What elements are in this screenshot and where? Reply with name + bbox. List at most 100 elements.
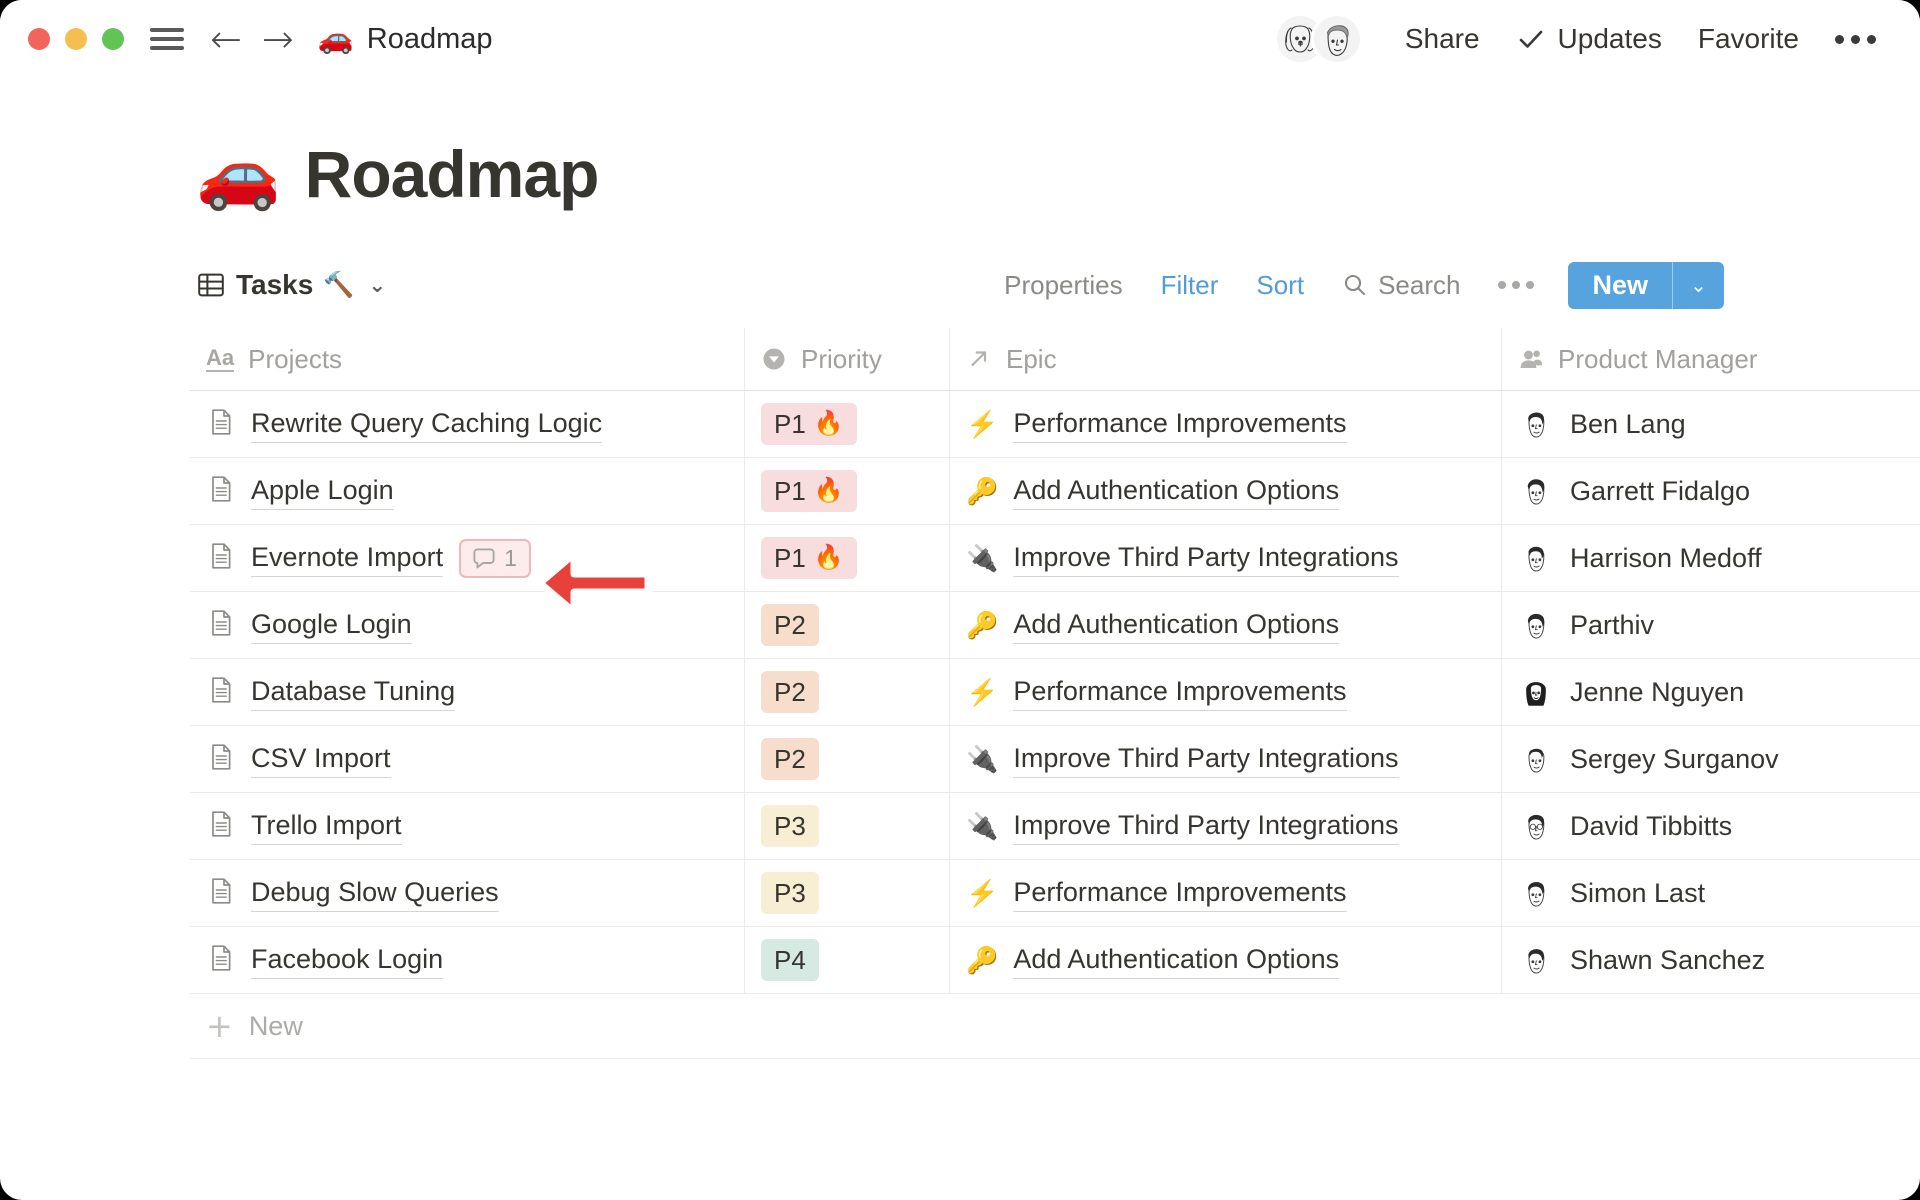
cell-priority[interactable]: P2 (744, 726, 949, 792)
priority-badge[interactable]: P1 🔥 (761, 469, 857, 513)
table-row[interactable]: Rewrite Query Caching Logic P1 🔥 ⚡ Perfo… (190, 391, 1920, 457)
page-title[interactable]: Roadmap (305, 136, 600, 212)
column-header-priority[interactable]: Priority (744, 328, 949, 390)
project-title[interactable]: Facebook Login (251, 941, 444, 979)
cell-product-manager[interactable]: Garrett Fidalgo (1501, 458, 1920, 524)
filter-button[interactable]: Filter (1161, 270, 1219, 301)
table-row[interactable]: Trello Import P3 🔌 Improve Third Party I… (190, 792, 1920, 859)
epic-title[interactable]: Add Authentication Options (1013, 941, 1340, 979)
project-title[interactable]: Rewrite Query Caching Logic (251, 405, 603, 443)
navigate-back-icon[interactable]: ← (210, 20, 242, 58)
add-new-row-button[interactable]: + New (190, 993, 1920, 1059)
epic-title[interactable]: Improve Third Party Integrations (1013, 807, 1399, 845)
tab-tasks[interactable]: Tasks 🔨 ⌄ (196, 269, 386, 301)
cell-priority[interactable]: P3 (744, 860, 949, 926)
share-button[interactable]: Share (1405, 23, 1480, 55)
navigate-forward-icon[interactable]: → (262, 20, 294, 58)
cell-product-manager[interactable]: Parthiv (1501, 592, 1920, 658)
priority-badge[interactable]: P4 (761, 938, 819, 982)
priority-badge[interactable]: P3 (761, 871, 819, 915)
cell-project[interactable]: Database Tuning (190, 659, 744, 725)
epic-title[interactable]: Add Authentication Options (1013, 606, 1340, 644)
project-title[interactable]: Evernote Import (251, 539, 444, 577)
favorite-button[interactable]: Favorite (1698, 23, 1799, 55)
cell-project[interactable]: Apple Login (190, 458, 744, 524)
table-row[interactable]: Apple Login P1 🔥 🔑 Add Authentication Op… (190, 457, 1920, 524)
cell-project[interactable]: Rewrite Query Caching Logic (190, 391, 744, 457)
cell-product-manager[interactable]: Harrison Medoff (1501, 525, 1920, 591)
comment-count-badge[interactable]: 1 (459, 538, 531, 578)
priority-badge[interactable]: P3 (761, 804, 819, 848)
project-title[interactable]: Apple Login (251, 472, 394, 510)
updates-button[interactable]: Updates (1516, 23, 1662, 55)
priority-badge[interactable]: P2 (761, 737, 819, 781)
close-window-button[interactable] (28, 28, 50, 50)
cell-product-manager[interactable]: Jenne Nguyen (1501, 659, 1920, 725)
table-row[interactable]: CSV Import P2 🔌 Improve Third Party Inte… (190, 725, 1920, 792)
table-row[interactable]: Google Login P2 🔑 Add Authentication Opt… (190, 591, 1920, 658)
epic-title[interactable]: Performance Improvements (1013, 874, 1347, 912)
cell-product-manager[interactable]: Ben Lang (1501, 391, 1920, 457)
project-title[interactable]: CSV Import (251, 740, 391, 778)
priority-badge[interactable]: P2 (761, 603, 819, 647)
new-button[interactable]: New (1568, 262, 1672, 309)
epic-title[interactable]: Improve Third Party Integrations (1013, 740, 1399, 778)
epic-title[interactable]: Add Authentication Options (1013, 472, 1340, 510)
more-options-button[interactable] (1835, 34, 1876, 44)
cell-epic[interactable]: 🔑 Add Authentication Options (949, 592, 1501, 658)
sidebar-toggle-icon[interactable] (150, 23, 184, 56)
table-row[interactable]: Facebook Login P4 🔑 Add Authentication O… (190, 926, 1920, 993)
epic-title[interactable]: Improve Third Party Integrations (1013, 539, 1399, 577)
cell-project[interactable]: Trello Import (190, 793, 744, 859)
table-row[interactable]: Database Tuning P2 ⚡ Performance Improve… (190, 658, 1920, 725)
cell-epic[interactable]: ⚡ Performance Improvements (949, 860, 1501, 926)
epic-title[interactable]: Performance Improvements (1013, 673, 1347, 711)
column-header-epic[interactable]: Epic (949, 328, 1501, 390)
cell-epic[interactable]: ⚡ Performance Improvements (949, 391, 1501, 457)
chevron-down-icon[interactable]: ⌄ (368, 273, 386, 297)
table-row[interactable]: Debug Slow Queries P3 ⚡ Performance Impr… (190, 859, 1920, 926)
priority-badge[interactable]: P1 🔥 (761, 536, 857, 580)
cell-project[interactable]: Facebook Login (190, 927, 744, 993)
breadcrumb[interactable]: 🚗 Roadmap (318, 23, 493, 56)
cell-epic[interactable]: 🔑 Add Authentication Options (949, 927, 1501, 993)
page-icon-car[interactable]: 🚗 (196, 140, 281, 208)
project-title[interactable]: Trello Import (251, 807, 402, 845)
project-title[interactable]: Database Tuning (251, 673, 456, 711)
cell-epic[interactable]: 🔑 Add Authentication Options (949, 458, 1501, 524)
search-button[interactable]: Search (1342, 270, 1460, 301)
maximize-window-button[interactable] (102, 28, 124, 50)
collaborator-avatars[interactable] (1273, 13, 1363, 65)
cell-project[interactable]: Google Login (190, 592, 744, 658)
cell-priority[interactable]: P1 🔥 (744, 458, 949, 524)
avatar[interactable] (1310, 13, 1363, 65)
sort-button[interactable]: Sort (1256, 270, 1304, 301)
cell-product-manager[interactable]: David Tibbitts (1501, 793, 1920, 859)
priority-badge[interactable]: P1 🔥 (761, 402, 857, 446)
cell-priority[interactable]: P4 (744, 927, 949, 993)
column-header-product-manager[interactable]: Product Manager (1501, 328, 1920, 390)
cell-product-manager[interactable]: Sergey Surganov (1501, 726, 1920, 792)
cell-priority[interactable]: P2 (744, 592, 949, 658)
epic-title[interactable]: Performance Improvements (1013, 405, 1347, 443)
new-dropdown-button[interactable]: ⌄ (1672, 261, 1724, 309)
cell-epic[interactable]: 🔌 Improve Third Party Integrations (949, 726, 1501, 792)
cell-product-manager[interactable]: Shawn Sanchez (1501, 927, 1920, 993)
cell-epic[interactable]: 🔌 Improve Third Party Integrations (949, 525, 1501, 591)
cell-priority[interactable]: P2 (744, 659, 949, 725)
priority-badge[interactable]: P2 (761, 670, 819, 714)
properties-button[interactable]: Properties (1004, 270, 1123, 301)
cell-priority[interactable]: P1 🔥 (744, 391, 949, 457)
column-header-projects[interactable]: Aa Projects (190, 328, 744, 390)
cell-product-manager[interactable]: Simon Last (1501, 860, 1920, 926)
cell-project[interactable]: CSV Import (190, 726, 744, 792)
cell-epic[interactable]: ⚡ Performance Improvements (949, 659, 1501, 725)
cell-project[interactable]: Evernote Import 1 (190, 525, 744, 591)
cell-priority[interactable]: P3 (744, 793, 949, 859)
cell-priority[interactable]: P1 🔥 (744, 525, 949, 591)
cell-project[interactable]: Debug Slow Queries (190, 860, 744, 926)
view-more-button[interactable] (1498, 281, 1535, 289)
project-title[interactable]: Debug Slow Queries (251, 874, 499, 912)
table-row[interactable]: Evernote Import 1 P1 🔥 🔌 Improve Third P… (190, 524, 1920, 591)
project-title[interactable]: Google Login (251, 606, 412, 644)
